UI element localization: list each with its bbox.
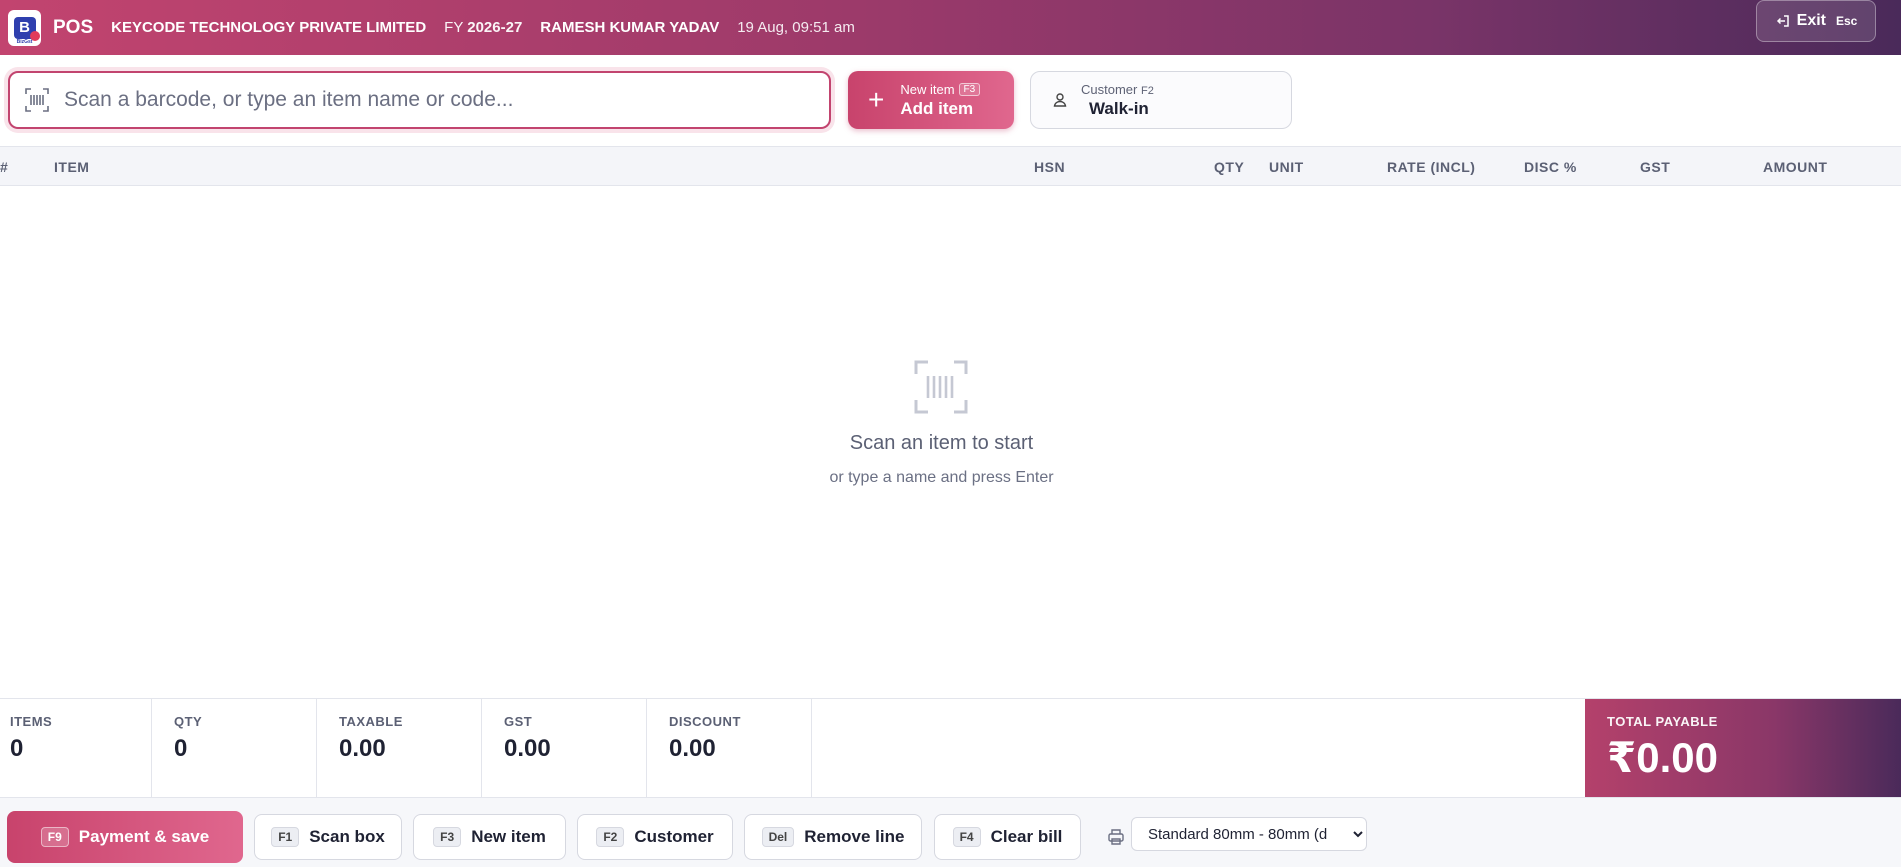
- printer-icon: [1108, 829, 1124, 845]
- exit-label: Exit: [1796, 12, 1826, 29]
- user-name: RAMESH KUMAR YADAV: [540, 19, 720, 36]
- app-logo: B BizGst: [8, 9, 41, 46]
- customer-shortcut: F2: [1140, 84, 1154, 97]
- remove-line-label: Remove line: [804, 827, 905, 846]
- qty-label: QTY: [174, 714, 203, 729]
- new-item-label: New item: [471, 827, 546, 846]
- col-item: ITEM: [54, 159, 90, 175]
- new-item-button[interactable]: F3 New item: [413, 814, 566, 860]
- col-amount: AMOUNT: [1763, 159, 1828, 175]
- person-icon: [1053, 93, 1067, 107]
- qty-value: 0: [174, 735, 188, 762]
- exit-icon: [1776, 15, 1789, 27]
- date-time: 19 Aug, 09:51 am: [737, 19, 855, 36]
- search-input[interactable]: [64, 88, 804, 112]
- col-gst: GST: [1640, 159, 1671, 175]
- scan-box-button[interactable]: F1 Scan box: [254, 814, 402, 860]
- scan-box-shortcut: F1: [271, 827, 300, 847]
- exit-button[interactable]: Exit Esc: [1756, 0, 1876, 42]
- new-item-shortcut: F3: [433, 827, 462, 847]
- top-bar: B BizGst POS KEYCODE TECHNOLOGY PRIVATE …: [0, 0, 1901, 55]
- remove-line-shortcut: Del: [761, 827, 795, 847]
- items-label: ITEMS: [10, 714, 53, 729]
- total-payable-label: TOTAL PAYABLE: [1607, 714, 1718, 729]
- clear-bill-button[interactable]: F4 Clear bill: [934, 814, 1081, 860]
- col-index: #: [0, 159, 9, 175]
- scan-box-label: Scan box: [309, 827, 385, 846]
- barcode-icon: [914, 360, 968, 414]
- empty-state: Scan an item to start or type a name and…: [0, 186, 1901, 698]
- col-unit: UNIT: [1269, 159, 1304, 175]
- print-format-select[interactable]: Standard 80mm - 80mm (d: [1131, 817, 1367, 851]
- items-value: 0: [10, 735, 24, 762]
- customer-button[interactable]: F2 Customer: [577, 814, 733, 860]
- add-item-button[interactable]: + New item F3 Add item: [848, 71, 1014, 129]
- taxable-label: TAXABLE: [339, 714, 403, 729]
- customer-btn-shortcut: F2: [596, 827, 625, 847]
- summary-taxable: TAXABLE 0.00: [317, 699, 482, 798]
- discount-label: DISCOUNT: [669, 714, 741, 729]
- total-payable-panel: TOTAL PAYABLE ₹0.00: [1585, 699, 1901, 798]
- col-rate: RATE (INCL): [1387, 159, 1476, 175]
- col-qty: QTY: [1214, 159, 1245, 175]
- add-item-shortcut: F3: [958, 82, 981, 96]
- logo-text: BizGst: [16, 38, 33, 45]
- barcode-scan-icon: [25, 88, 49, 112]
- summary-items: ITEMS 0: [0, 699, 152, 798]
- fy-value: 2026-27: [467, 19, 523, 36]
- action-bar: F9 Payment & save F1 Scan box F3 New ite…: [0, 797, 1901, 867]
- gst-label: GST: [504, 714, 533, 729]
- col-hsn: HSN: [1034, 159, 1066, 175]
- summary-discount: DISCOUNT 0.00: [647, 699, 812, 798]
- taxable-value: 0.00: [339, 735, 386, 762]
- exit-shortcut: Esc: [1835, 14, 1858, 28]
- customer-btn-label: Customer: [634, 827, 714, 846]
- fy-label: FY: [444, 19, 464, 36]
- payment-label: Payment & save: [78, 827, 210, 846]
- company-name: KEYCODE TECHNOLOGY PRIVATE LIMITED: [111, 19, 427, 36]
- logo-mark-icon: B: [13, 16, 40, 41]
- total-payable-value: ₹0.00: [1607, 734, 1718, 781]
- customer-value: Walk-in: [1089, 98, 1149, 118]
- fiscal-year: FY 2026-27: [444, 19, 522, 36]
- app-name: POS: [53, 16, 94, 38]
- bill-summary: ITEMS 0 QTY 0 TAXABLE 0.00 GST 0.00 DISC…: [0, 698, 1901, 798]
- payment-save-button[interactable]: F9 Payment & save: [7, 811, 243, 863]
- gst-value: 0.00: [504, 735, 551, 762]
- add-item-label: Add item: [900, 98, 974, 118]
- add-item-small-label: New item: [900, 81, 955, 97]
- empty-state-subtitle: or type a name and press Enter: [829, 469, 1054, 486]
- clear-bill-label: Clear bill: [990, 827, 1063, 846]
- empty-state-title: Scan an item to start: [849, 432, 1034, 454]
- search-box[interactable]: [8, 71, 831, 129]
- discount-value: 0.00: [669, 735, 716, 762]
- customer-small-label: Customer: [1081, 81, 1138, 97]
- remove-line-button[interactable]: Del Remove line: [744, 814, 922, 860]
- clear-bill-shortcut: F4: [952, 827, 981, 847]
- summary-gst: GST 0.00: [482, 699, 647, 798]
- customer-selector[interactable]: Customer F2 Walk-in: [1030, 71, 1292, 129]
- plus-icon: +: [868, 84, 885, 115]
- col-disc: DISC %: [1524, 159, 1577, 175]
- items-table-header: # ITEM HSN QTY UNIT RATE (INCL) DISC % G…: [0, 146, 1901, 186]
- summary-qty: QTY 0: [152, 699, 317, 798]
- payment-shortcut: F9: [40, 827, 69, 847]
